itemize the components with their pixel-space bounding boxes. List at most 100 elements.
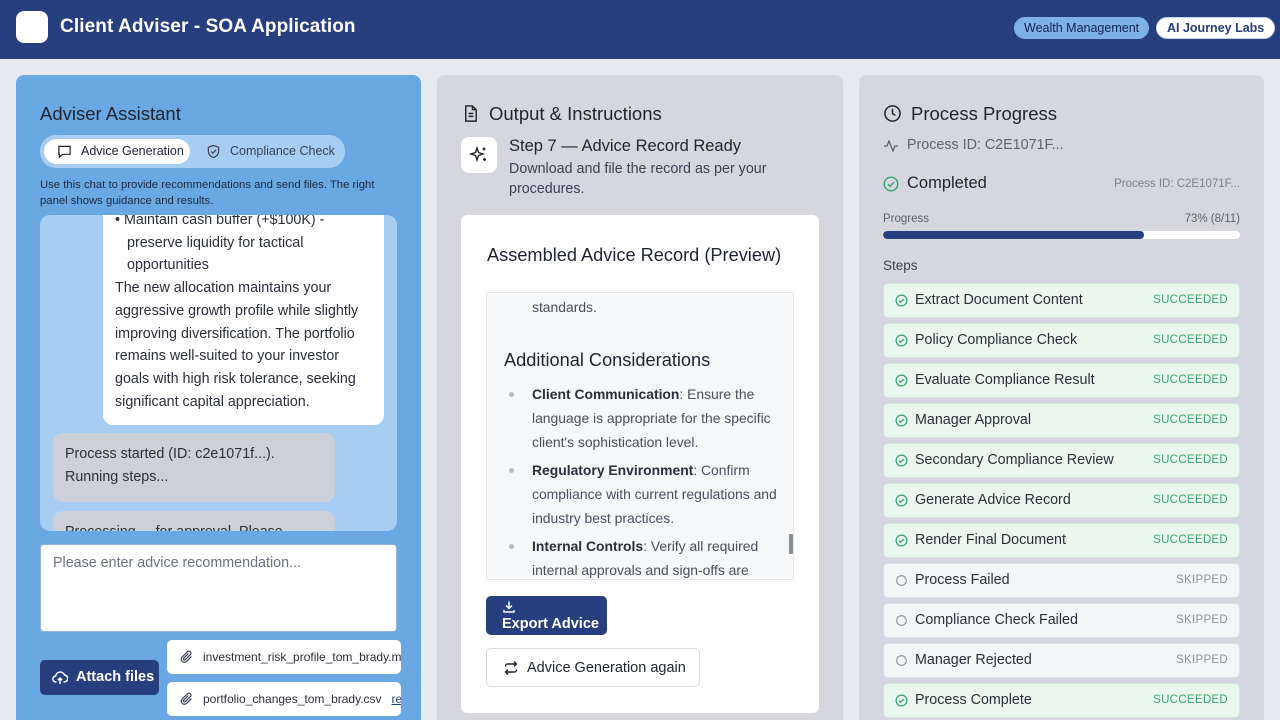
advice-generation-again-button[interactable]: Advice Generation again — [486, 648, 700, 687]
check-circle-icon — [883, 176, 899, 192]
step-state: SKIPPED — [1176, 614, 1228, 626]
document-icon — [465, 105, 477, 122]
progress-fill — [883, 231, 1144, 239]
advice-input[interactable] — [40, 544, 397, 632]
badge-wealth-management[interactable]: Wealth Management — [1014, 17, 1150, 39]
check-circle-icon — [895, 534, 908, 547]
clock-icon — [884, 105, 901, 122]
file-name: investment_risk_profile_tom_brady.md — [203, 650, 401, 664]
step-name: Process Failed — [915, 572, 1010, 588]
step-name: Render Final Document — [915, 532, 1066, 548]
panel-title: Process Progress — [911, 103, 1057, 124]
preview-heading: Additional Considerations — [504, 350, 711, 370]
step-state: SUCCEEDED — [1153, 294, 1228, 306]
step-item[interactable]: Evaluate Compliance Result SUCCEEDED — [883, 363, 1240, 398]
chat-history[interactable]: • Maintain cash buffer (+$100K) - preser… — [40, 215, 397, 531]
paperclip-icon — [180, 650, 192, 663]
steps-list: Extract Document Content SUCCEEDED Policy … — [883, 283, 1240, 720]
export-advice-button[interactable]: Export Advice — [486, 596, 607, 635]
bullet-dot — [509, 468, 514, 473]
attached-file-chip[interactable]: investment_risk_profile_tom_brady.md — [167, 640, 401, 674]
status-text: Completed — [907, 174, 987, 192]
step-description: Download and file the record as per your… — [509, 161, 767, 197]
step-state: SKIPPED — [1176, 574, 1228, 586]
step-item[interactable]: Process Failed SKIPPED — [883, 563, 1240, 598]
step-item[interactable]: Compliance Check Failed SKIPPED — [883, 603, 1240, 638]
shield-icon — [207, 144, 220, 159]
bullet-dot — [509, 544, 514, 549]
process-progress-panel: Process Progress Process ID: C2E1071F...… — [859, 75, 1264, 720]
user-message: Process started (ID: c2e1071f...). Runni… — [53, 433, 335, 502]
tab-compliance-check[interactable]: Compliance Check — [202, 139, 342, 164]
check-circle-icon — [895, 414, 908, 427]
scrollbar-thumb[interactable] — [789, 534, 793, 554]
step-state: SUCCEEDED — [1153, 494, 1228, 506]
progress-label: Progress — [883, 213, 930, 225]
panel-title: Output & Instructions — [489, 103, 662, 124]
app-logo — [16, 11, 48, 43]
progress-value: 73% (8/11) — [1184, 213, 1240, 225]
record-title: Assembled Advice Record (Preview) — [487, 245, 782, 265]
progress-bar — [883, 231, 1240, 239]
badge-ai-journey-labs[interactable]: AI Journey Labs — [1156, 17, 1276, 39]
preview-item: Regulatory Environment: Confirm complian… — [532, 458, 782, 530]
process-id: Process ID: C2E1071F... — [907, 137, 1064, 153]
mode-tabs: Advice Generation Compliance Check — [40, 135, 345, 168]
app-title: Client Adviser - SOA Application — [60, 16, 356, 37]
check-circle-icon — [895, 374, 908, 387]
record-preview[interactable]: standards. Additional Considerations Cli… — [486, 292, 794, 580]
adviser-assistant-panel: Adviser Assistant Advice Generation Comp… — [16, 75, 421, 720]
step-name: Secondary Compliance Review — [915, 452, 1114, 468]
step-name: Manager Approval — [915, 412, 1032, 428]
empty-circle-icon — [896, 575, 907, 586]
tab-label: Advice Generation — [81, 144, 184, 158]
paperclip-icon — [180, 692, 192, 705]
step-item[interactable]: Generate Advice Record SUCCEEDED — [883, 483, 1240, 518]
upload-cloud-icon — [52, 671, 68, 684]
message-paragraph: The new allocation maintains your aggres… — [115, 280, 359, 410]
file-name: portfolio_changes_tom_brady.csv — [203, 692, 382, 706]
step-name: Manager Rejected — [915, 652, 1032, 668]
bullet-dot — [509, 392, 514, 397]
step-item[interactable]: Process Complete SUCCEEDED — [883, 683, 1240, 718]
remove-file-link[interactable]: remove — [392, 692, 401, 706]
step-state: SUCCEEDED — [1153, 374, 1228, 386]
panel-title: Adviser Assistant — [40, 103, 181, 124]
step-item[interactable]: Manager Approval SUCCEEDED — [883, 403, 1240, 438]
repeat-icon — [504, 661, 518, 675]
help-text: Use this chat to provide recommendations… — [40, 179, 375, 207]
tab-advice-generation[interactable]: Advice Generation — [44, 139, 190, 164]
step-state: SKIPPED — [1176, 654, 1228, 666]
step-name: Compliance Check Failed — [915, 612, 1078, 628]
preview-item: Internal Controls: Verify all required i… — [532, 534, 782, 579]
check-circle-icon — [895, 294, 908, 307]
activity-icon — [884, 139, 898, 153]
step-item[interactable]: Extract Document Content SUCCEEDED — [883, 283, 1240, 318]
step-name: Extract Document Content — [915, 292, 1083, 308]
item-term: Client Communication — [532, 386, 680, 402]
check-circle-icon — [895, 494, 908, 507]
step-name: Evaluate Compliance Result — [915, 372, 1095, 388]
chat-icon — [58, 145, 71, 159]
sparkles-icon — [469, 145, 486, 163]
step-state: SUCCEEDED — [1153, 694, 1228, 706]
step-state: SUCCEEDED — [1153, 454, 1228, 466]
button-label: Attach files — [76, 669, 155, 685]
item-term: Regulatory Environment — [532, 462, 694, 478]
assistant-message: • Maintain cash buffer (+$100K) - preser… — [103, 215, 384, 425]
step-item[interactable]: Manager Rejected SKIPPED — [883, 643, 1240, 678]
step-item[interactable]: Render Final Document SUCCEEDED — [883, 523, 1240, 558]
item-term: Internal Controls — [532, 538, 644, 554]
button-label: Export Advice — [502, 616, 599, 632]
empty-circle-icon — [896, 655, 907, 666]
status-process-id: Process ID: C2E1071F... — [1114, 178, 1240, 190]
tab-label: Compliance Check — [230, 144, 335, 158]
attach-files-button[interactable]: Attach files — [40, 660, 159, 695]
download-icon — [503, 601, 515, 613]
check-circle-icon — [895, 334, 908, 347]
step-icon-box — [461, 137, 497, 173]
attached-file-chip[interactable]: portfolio_changes_tom_brady.csv remove — [167, 682, 401, 716]
step-item[interactable]: Secondary Compliance Review SUCCEEDED — [883, 443, 1240, 478]
step-name: Process Complete — [915, 692, 1032, 708]
step-item[interactable]: Policy Compliance Check SUCCEEDED — [883, 323, 1240, 358]
